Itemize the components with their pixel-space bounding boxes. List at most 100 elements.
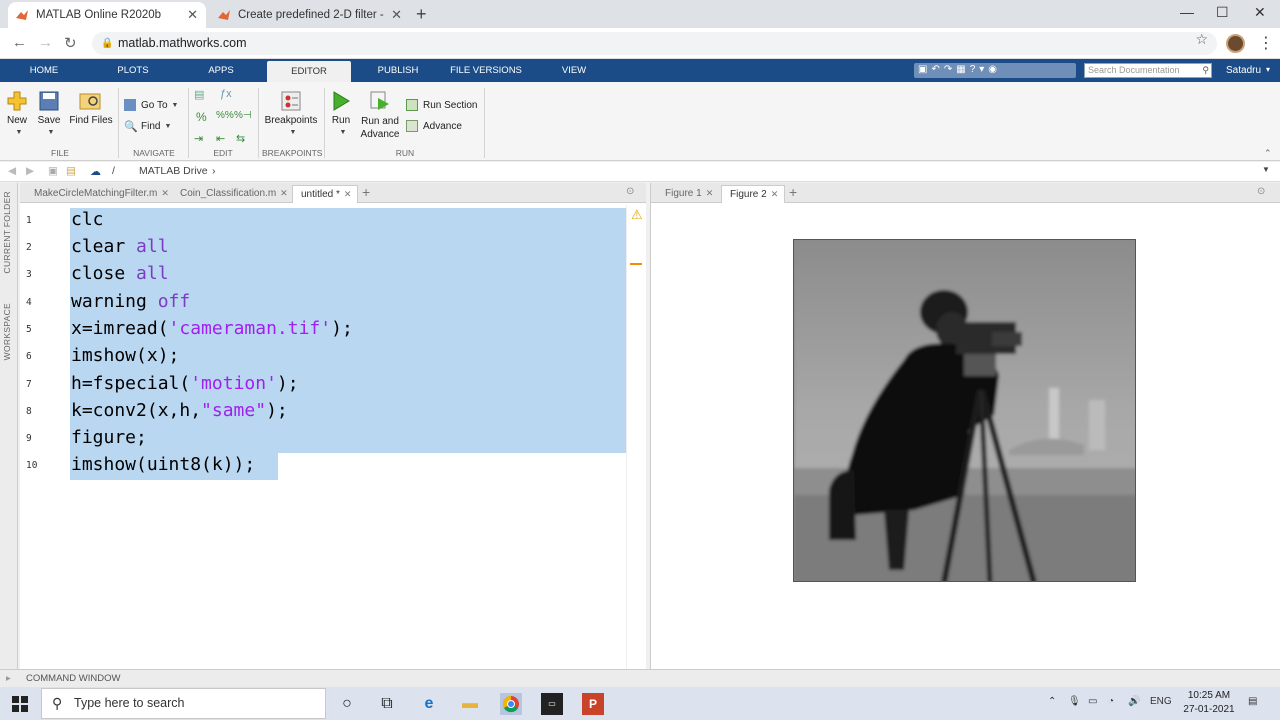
battery-icon[interactable]: ▭	[1088, 696, 1097, 707]
run-section-button[interactable]: Run Section	[406, 99, 477, 111]
chevron-right-icon[interactable]: ›	[212, 165, 216, 177]
forward-icon[interactable]: ▶	[26, 165, 34, 177]
fx-icon[interactable]: ƒx	[220, 88, 232, 100]
volume-icon[interactable]: 🔊	[1128, 696, 1140, 707]
run-section-icon	[406, 99, 418, 111]
comment-icon[interactable]: %	[196, 110, 207, 124]
new-button[interactable]: New ▼	[4, 90, 30, 137]
tab-plots[interactable]: PLOTS	[106, 59, 160, 82]
warning-icon[interactable]: ⚠	[631, 207, 643, 223]
layout-icon[interactable]: ▦	[956, 64, 965, 77]
goto-button[interactable]: Go To ▼	[124, 99, 178, 111]
help-icon[interactable]: ?	[970, 64, 976, 77]
code-text-area[interactable]: clc clear all close all warning off x=im…	[68, 205, 626, 669]
chevron-down-icon[interactable]: ▾	[979, 64, 984, 77]
command-window-bar[interactable]: ▸ COMMAND WINDOW	[0, 669, 1280, 687]
taskbar-search-input[interactable]: ⚲ Type here to search	[41, 688, 326, 719]
smart-indent-icon[interactable]: ⇤	[216, 132, 225, 145]
tab-file-versions[interactable]: FILE VERSIONS	[446, 59, 526, 82]
notifications-icon[interactable]: ▤	[1248, 696, 1257, 707]
tab-publish[interactable]: PUBLISH	[368, 59, 428, 82]
advance-button[interactable]: Advance	[406, 120, 462, 132]
windows-start-icon[interactable]	[12, 696, 28, 715]
breakpoints-button[interactable]: Breakpoints ▼	[262, 90, 320, 137]
up-folder-icon[interactable]: ▣	[48, 165, 58, 177]
back-icon[interactable]: ←	[12, 34, 27, 51]
browse-folder-icon[interactable]: ▤	[66, 165, 76, 177]
tab-home[interactable]: HOME	[18, 59, 70, 82]
run-button[interactable]: Run ▼	[328, 90, 354, 137]
save-icon[interactable]: ▣	[918, 64, 927, 77]
figure-options-icon[interactable]: ⊙	[1257, 186, 1265, 197]
outdent-icon[interactable]: ⇆	[236, 132, 245, 145]
microphone-icon[interactable]: 🎙	[1068, 696, 1081, 707]
add-tab-icon[interactable]: +	[789, 184, 797, 200]
profile-avatar[interactable]	[1226, 34, 1245, 53]
close-icon[interactable]: ✕	[706, 188, 714, 198]
close-icon[interactable]: ✕	[391, 7, 402, 23]
tab-editor[interactable]: EDITOR	[267, 61, 351, 82]
close-icon[interactable]: ✕	[161, 188, 169, 198]
insert-icon[interactable]: ▤	[194, 88, 204, 101]
user-name[interactable]: Satadru	[1226, 65, 1261, 76]
indent-icon[interactable]: ⇥	[194, 132, 203, 145]
run-label: Run	[331, 115, 351, 126]
code-line-7: h=fspecial('motion');	[71, 373, 299, 394]
editor-tab-coin-classification[interactable]: Coin_Classification.m ✕	[172, 185, 294, 203]
workspace-panel-tab[interactable]: WORKSPACE	[2, 303, 12, 360]
tab-view[interactable]: VIEW	[552, 59, 596, 82]
cortana-icon[interactable]: ○	[336, 693, 358, 715]
language-indicator[interactable]: ENG	[1150, 696, 1172, 707]
editor-tab-untitled[interactable]: untitled * ✕	[292, 185, 359, 203]
find-button[interactable]: 🔍 Find ▼	[124, 120, 171, 134]
file-explorer-icon[interactable]: ▬	[459, 693, 481, 715]
collapse-ribbon-icon[interactable]: ⌃	[1264, 148, 1272, 159]
editor-tab-makecircle[interactable]: MakeCircleMatchingFilter.m ✕	[26, 185, 175, 203]
editor-options-icon[interactable]: ⊙	[626, 186, 634, 197]
browser-menu-icon[interactable]: ⋮	[1258, 33, 1274, 53]
find-files-button[interactable]: Find Files	[68, 90, 114, 126]
divider	[484, 88, 485, 158]
uncomment-icon[interactable]: %%	[216, 110, 234, 121]
forward-icon[interactable]: →	[38, 34, 53, 51]
chevron-down-icon[interactable]: ▼	[1262, 165, 1270, 174]
back-icon[interactable]: ◀	[8, 165, 16, 177]
browser-tab-matlab[interactable]: MATLAB Online R2020b ✕	[8, 2, 206, 28]
wrap-comment-icon[interactable]: %⊣	[234, 110, 252, 121]
documentation-search-input[interactable]: Search Documentation ⚲	[1084, 63, 1212, 78]
browser-tab-docs[interactable]: Create predefined 2-D filter - MA ✕	[210, 2, 410, 28]
close-icon[interactable]: ✕	[280, 188, 288, 198]
tab-figure-2[interactable]: Figure 2 ✕	[721, 185, 786, 203]
community-icon[interactable]: ◉	[988, 64, 997, 77]
chevron-up-icon[interactable]: ⌃	[1048, 696, 1056, 707]
tab-apps[interactable]: APPS	[196, 59, 246, 82]
close-icon[interactable]: ✕	[187, 7, 198, 23]
path-matlab-drive[interactable]: MATLAB Drive	[139, 165, 208, 177]
redo-icon[interactable]: ↷	[944, 64, 952, 77]
tab-figure-1[interactable]: Figure 1 ✕	[657, 185, 719, 203]
system-clock[interactable]: 10:25 AM 27-01-2021	[1178, 689, 1240, 717]
undo-icon[interactable]: ↶	[931, 64, 939, 77]
bookmark-star-icon[interactable]: ☆	[1195, 31, 1208, 48]
edge-icon[interactable]: e	[418, 693, 440, 715]
powerpoint-icon[interactable]: P	[582, 693, 604, 715]
new-tab-icon[interactable]: +	[416, 4, 427, 25]
expand-icon[interactable]: ▸	[6, 673, 11, 684]
save-button[interactable]: Save ▼	[36, 90, 62, 137]
warning-marker[interactable]	[630, 263, 642, 265]
window-close-icon[interactable]: ✕	[1254, 4, 1266, 21]
add-tab-icon[interactable]: +	[362, 184, 370, 200]
close-icon[interactable]: ✕	[771, 189, 779, 199]
reload-icon[interactable]: ↻	[64, 34, 77, 52]
url-bar[interactable]: 🔒 matlab.mathworks.com	[92, 32, 1217, 55]
task-view-icon[interactable]: ⧉	[376, 693, 398, 715]
minimize-icon[interactable]: —	[1180, 4, 1194, 20]
run-and-advance-button[interactable]: Run and Advance	[358, 90, 402, 141]
chevron-down-icon[interactable]: ▾	[1266, 65, 1270, 74]
current-folder-panel-tab[interactable]: CURRENT FOLDER	[2, 191, 12, 273]
maximize-icon[interactable]: ☐	[1216, 4, 1229, 21]
chrome-icon[interactable]	[500, 693, 522, 715]
wifi-icon[interactable]: ◔	[1108, 696, 1114, 707]
terminal-app-icon[interactable]: ▭	[541, 693, 563, 715]
close-icon[interactable]: ✕	[344, 189, 352, 199]
